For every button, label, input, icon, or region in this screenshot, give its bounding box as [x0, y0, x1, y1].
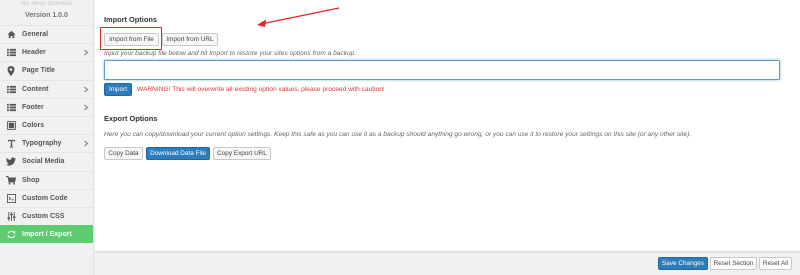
sidebar-item-social-media[interactable]: Social Media — [0, 152, 93, 171]
sidebar-item-footer[interactable]: Footer — [0, 97, 93, 116]
import-warning: WARNING! This will overwrite all existin… — [137, 86, 385, 93]
version-label: Version 1.0.0 — [25, 12, 68, 19]
import-options-title: Import Options — [104, 15, 157, 24]
sidebar-item-label: Shop — [22, 176, 40, 184]
refresh-icon — [6, 230, 16, 240]
sidebar-item-content[interactable]: Content — [0, 79, 93, 98]
sidebar-item-label: Social Media — [22, 158, 65, 166]
chevron-right-icon — [83, 104, 88, 111]
sidebar-item-custom-code[interactable]: Custom Code — [0, 188, 93, 207]
footer-bar: Save Changes Reset Section Reset All — [95, 252, 800, 275]
sliders-icon — [6, 211, 16, 221]
brand-name: We Mean Business — [20, 1, 73, 7]
export-description: Here you can copy/download your current … — [104, 131, 692, 138]
import-button[interactable]: Import — [104, 83, 132, 96]
brand: We Mean Business Version 1.0.0 — [0, 0, 93, 25]
sidebar-item-label: Footer — [22, 103, 44, 111]
sidebar-item-general[interactable]: General — [0, 25, 93, 44]
sidebar-item-header[interactable]: Header — [0, 43, 93, 62]
list-icon — [6, 84, 16, 94]
sidebar-item-shop[interactable]: Shop — [0, 170, 93, 189]
sidebar-item-label: Import / Export — [22, 231, 72, 239]
sidebar-item-import-export[interactable]: Import / Export — [0, 225, 93, 244]
chevron-right-icon — [83, 86, 88, 93]
swatch-icon — [6, 121, 16, 131]
sidebar-item-custom-css[interactable]: Custom CSS — [0, 206, 93, 226]
sidebar: We Mean Business Version 1.0.0 General H… — [0, 0, 94, 275]
import-data-textarea[interactable] — [104, 60, 780, 80]
sidebar-item-label: General — [22, 31, 49, 39]
save-changes-button[interactable]: Save Changes — [658, 257, 708, 270]
map-pin-icon — [6, 65, 16, 76]
sidebar-item-colors[interactable]: Colors — [0, 115, 93, 135]
reset-section-button[interactable]: Reset Section — [710, 257, 757, 270]
sidebar-item-label: Content — [22, 85, 49, 93]
export-options-title: Export Options — [104, 114, 158, 123]
annotation-highlight-box — [100, 27, 162, 50]
sidebar-item-label: Custom CSS — [22, 212, 65, 220]
annotation-arrow-icon — [257, 7, 340, 27]
sidebar-item-label: Custom Code — [22, 194, 68, 202]
sidebar-item-typography[interactable]: Typography — [0, 134, 93, 153]
copy-export-url-button[interactable]: Copy Export URL — [213, 147, 271, 160]
code-icon — [6, 193, 16, 203]
sidebar-item-label: Header — [22, 49, 46, 57]
sidebar-item-label: Page Title — [22, 67, 55, 75]
download-data-file-button[interactable]: Download Data File — [146, 147, 210, 160]
chevron-right-icon — [83, 140, 88, 147]
sidebar-item-label: Colors — [22, 122, 45, 130]
sidebar-item-page-title[interactable]: Page Title — [0, 61, 93, 80]
twitter-icon — [6, 157, 16, 167]
import-description: Input your backup file below and hit Imp… — [104, 50, 357, 57]
copy-data-button[interactable]: Copy Data — [104, 147, 143, 160]
chevron-right-icon — [83, 49, 88, 56]
text-icon — [6, 139, 16, 149]
sidebar-item-label: Typography — [22, 140, 62, 148]
import-from-url-button[interactable]: Import from URL — [162, 33, 218, 46]
reset-all-button[interactable]: Reset All — [759, 257, 792, 270]
main-panel: Import Options Import from File Import f… — [95, 0, 800, 252]
list-icon — [6, 102, 16, 112]
list-icon — [6, 48, 16, 58]
home-icon — [6, 30, 16, 40]
cart-icon — [6, 175, 16, 185]
